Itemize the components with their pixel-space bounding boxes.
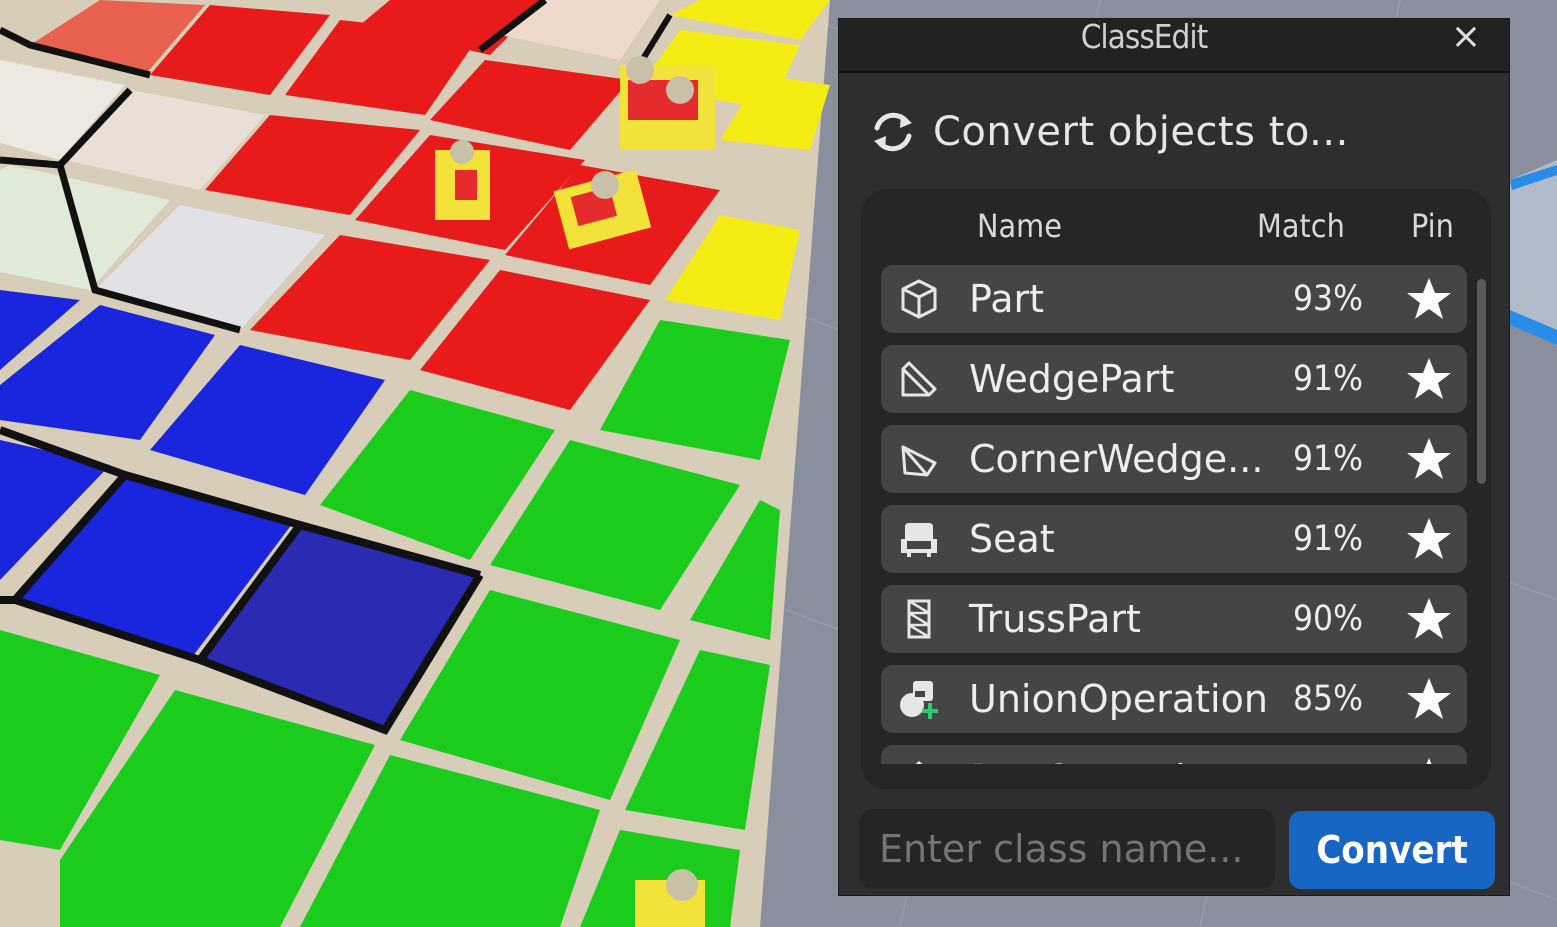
union-operation-icon (900, 681, 938, 719)
title-bar[interactable]: ClassEdit × (839, 19, 1509, 73)
class-row-seat[interactable]: Seat 91% (881, 505, 1467, 573)
pin-star-icon[interactable] (1405, 355, 1453, 403)
seat-icon (901, 523, 937, 557)
class-edit-panel: ClassEdit × Convert objects to... Name M… (838, 18, 1510, 896)
class-name: Seat (969, 517, 1055, 561)
class-row-trusspart[interactable]: TrussPart 90% (881, 585, 1467, 653)
section-header: Convert objects to... (867, 104, 1349, 160)
class-name: UnionOperation (969, 677, 1268, 721)
convert-button[interactable]: Convert (1289, 811, 1495, 889)
wedge-icon (901, 361, 937, 397)
match-percent: 93% (1293, 279, 1363, 319)
truss-icon (907, 599, 931, 639)
column-header-pin[interactable]: Pin (1411, 201, 1454, 251)
class-row-wedgepart[interactable]: WedgePart 91% (881, 345, 1467, 413)
column-header-name[interactable]: Name (977, 201, 1062, 251)
pin-star-icon[interactable] (1405, 435, 1453, 483)
class-name: WedgePart (969, 357, 1175, 401)
pin-star-icon[interactable] (1405, 275, 1453, 323)
class-list[interactable]: Name Match Pin Part 93% WedgePart 91% Co… (861, 189, 1491, 789)
class-name: Part (969, 277, 1045, 321)
column-header-match[interactable]: Match (1257, 201, 1345, 251)
pin-star-icon[interactable] (1405, 515, 1453, 563)
pin-star-icon[interactable] (1405, 675, 1453, 723)
class-row-cornerwedge[interactable]: CornerWedge... 91% (881, 425, 1467, 493)
class-row-unionoperation[interactable]: UnionOperation 85% (881, 665, 1467, 733)
corner-wedge-icon (901, 445, 937, 477)
part-cube-icon (901, 279, 937, 319)
close-icon[interactable]: × (1451, 19, 1481, 59)
list-bottom-edge (861, 764, 1491, 789)
match-percent: 91% (1293, 359, 1363, 399)
match-percent: 91% (1293, 519, 1363, 559)
window-title: ClassEdit (1080, 17, 1209, 56)
refresh-icon (874, 112, 912, 152)
match-percent: 91% (1293, 439, 1363, 479)
match-percent: 85% (1293, 679, 1363, 719)
section-header-text: Convert objects to... (933, 109, 1349, 155)
match-percent: 90% (1293, 599, 1363, 639)
class-name: TrussPart (969, 597, 1141, 641)
class-name: CornerWedge... (969, 437, 1264, 481)
class-row-part[interactable]: Part 93% (881, 265, 1467, 333)
pin-star-icon[interactable] (1405, 595, 1453, 643)
class-name-input[interactable] (859, 809, 1275, 889)
list-scrollbar[interactable] (1477, 279, 1486, 484)
